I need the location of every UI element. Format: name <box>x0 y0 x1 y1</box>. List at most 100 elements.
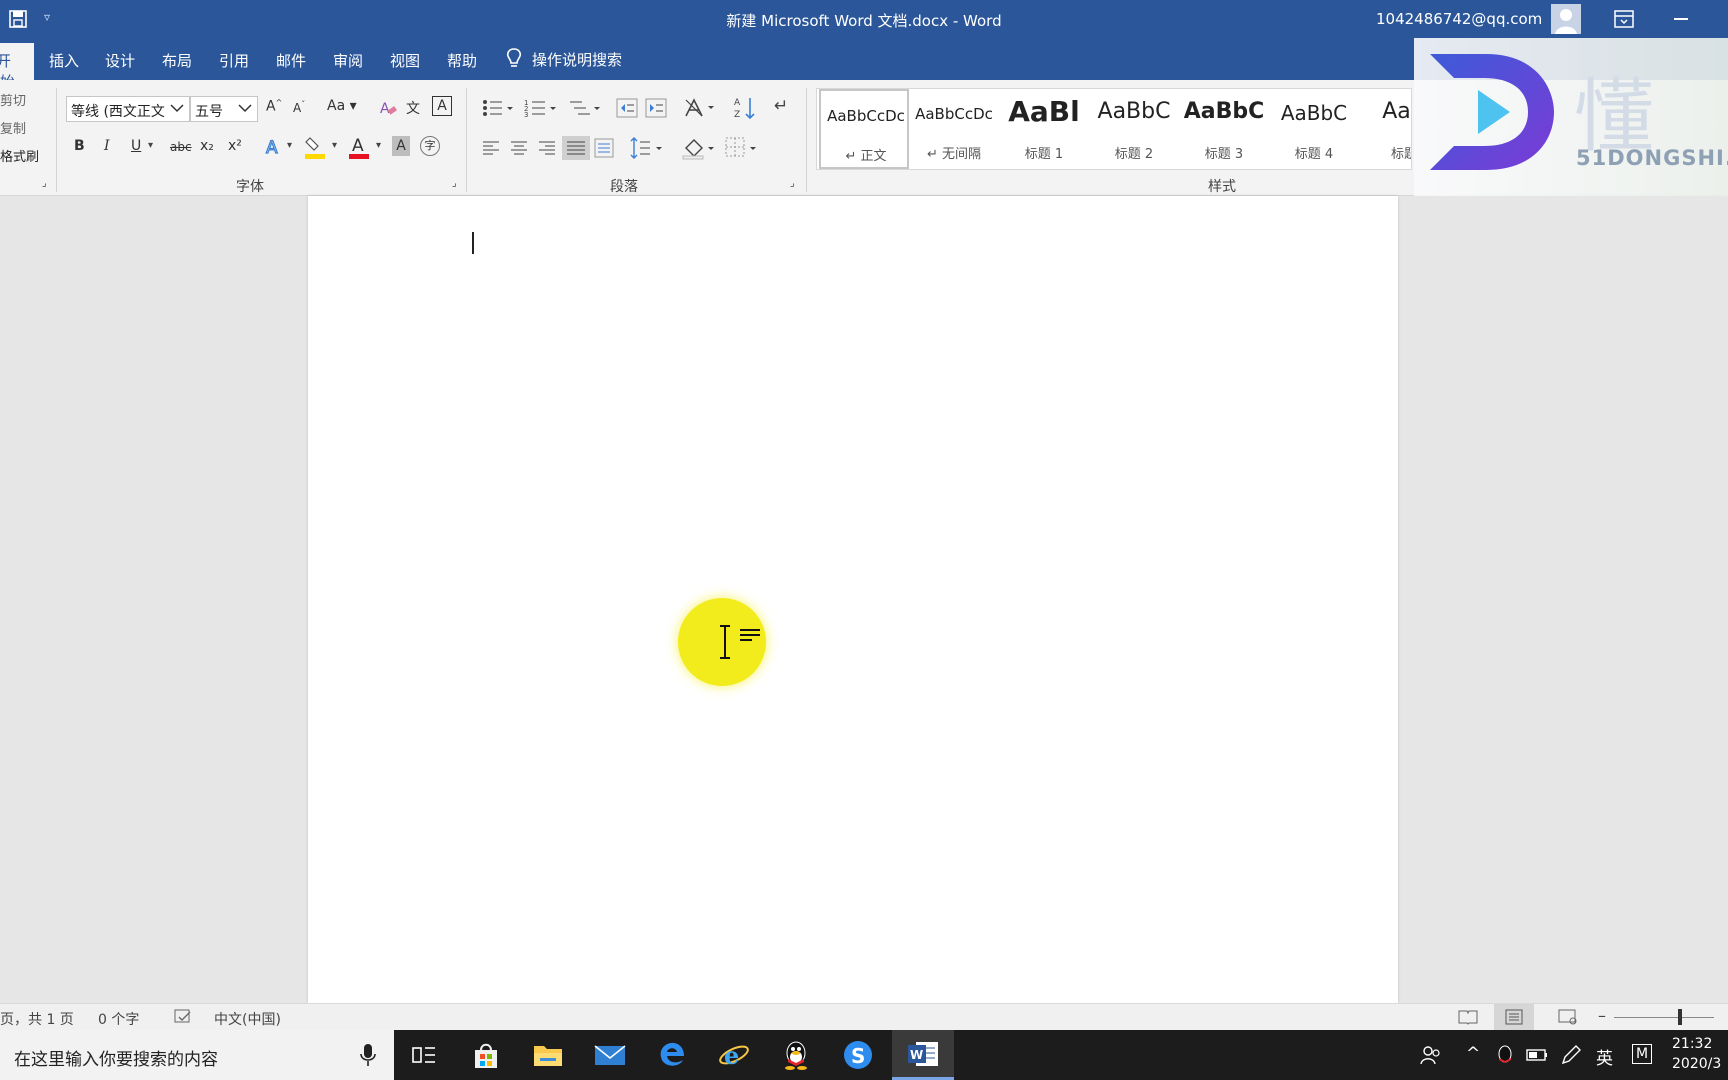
align-center-icon[interactable] <box>510 140 528 156</box>
increase-indent-icon[interactable] <box>645 98 667 118</box>
chevron-down-icon[interactable] <box>237 100 253 116</box>
clear-formatting-icon[interactable]: A <box>378 98 398 118</box>
shading-icon[interactable] <box>682 136 718 160</box>
tab-insert[interactable]: 插入 <box>49 50 79 71</box>
style-heading-4[interactable]: AaBbC 标题 4 <box>1269 89 1359 169</box>
avatar[interactable] <box>1551 4 1581 34</box>
format-painter-button[interactable]: 格式刷 <box>0 146 39 165</box>
underline-dropdown-icon[interactable]: ▾ <box>148 140 153 151</box>
justify-icon[interactable] <box>562 136 590 160</box>
ribbon-display-options-icon[interactable] <box>1614 10 1634 28</box>
line-spacing-icon[interactable] <box>630 136 666 160</box>
bullets-icon[interactable] <box>482 98 514 118</box>
web-layout-icon[interactable] <box>1558 1009 1578 1025</box>
mail-icon[interactable] <box>592 1038 628 1072</box>
word-taskbar-button[interactable]: W <box>892 1030 954 1080</box>
enclose-characters-button[interactable]: 字 <box>420 136 440 156</box>
distributed-icon[interactable] <box>594 138 614 158</box>
show-hidden-icons-icon[interactable]: ^ <box>1466 1044 1480 1064</box>
style-title[interactable]: AaB 标题 <box>1359 89 1411 169</box>
strikethrough-button[interactable]: abc <box>170 140 192 154</box>
clipboard-launcher-icon[interactable]: ⌟ <box>42 178 47 189</box>
cut-button[interactable]: 剪切 <box>0 90 26 109</box>
font-name-combo[interactable]: 等线 (西文正文 <box>66 96 190 122</box>
paragraph-launcher-icon[interactable]: ⌟ <box>790 178 795 189</box>
sort-icon[interactable]: AZ <box>734 96 756 120</box>
phonetic-guide-button[interactable]: 文 <box>406 98 420 118</box>
read-mode-icon[interactable] <box>1458 1009 1478 1025</box>
show-paragraph-marks-icon[interactable]: ↵ <box>774 96 788 116</box>
word-count[interactable]: 0 个字 <box>98 1009 139 1029</box>
battery-icon[interactable] <box>1526 1046 1548 1064</box>
align-left-icon[interactable] <box>482 140 500 156</box>
font-color-icon[interactable]: A <box>348 134 370 160</box>
edge-icon[interactable] <box>654 1038 690 1072</box>
italic-button[interactable]: I <box>104 138 110 154</box>
store-icon[interactable] <box>468 1038 504 1072</box>
tab-help[interactable]: 帮助 <box>447 50 477 71</box>
proofing-icon[interactable] <box>174 1009 192 1025</box>
style-heading-2[interactable]: AaBbC 标题 2 <box>1089 89 1179 169</box>
tab-view[interactable]: 视图 <box>390 50 420 71</box>
multilevel-list-icon[interactable] <box>568 98 602 118</box>
document-area[interactable] <box>0 196 1728 1003</box>
print-layout-button[interactable] <box>1494 1004 1534 1030</box>
style-sample: AaBbC <box>1280 101 1348 125</box>
decrease-indent-icon[interactable] <box>616 98 638 118</box>
highlighter-dropdown-icon[interactable]: ▾ <box>332 140 337 151</box>
internet-explorer-icon[interactable]: e <box>716 1038 752 1072</box>
copy-button[interactable]: 复制 <box>0 118 26 137</box>
pen-icon[interactable] <box>1560 1044 1582 1066</box>
tab-design[interactable]: 设计 <box>105 50 135 71</box>
change-case-button[interactable]: Aa ▾ <box>327 98 357 114</box>
bold-button[interactable]: B <box>74 138 85 154</box>
qq-icon[interactable] <box>778 1038 814 1072</box>
people-icon[interactable] <box>1420 1044 1442 1066</box>
qq-tray-icon[interactable] <box>1496 1044 1514 1066</box>
tab-home[interactable]: 开始 <box>0 43 34 91</box>
tab-review[interactable]: 审阅 <box>333 50 363 71</box>
shrink-font-button[interactable]: Aˇ <box>293 100 305 115</box>
microphone-icon[interactable] <box>358 1042 378 1068</box>
system-clock[interactable]: 21:32 2020/3 <box>1672 1034 1721 1074</box>
file-explorer-icon[interactable] <box>530 1038 566 1072</box>
numbering-icon[interactable]: 123 <box>524 98 558 118</box>
document-page[interactable] <box>308 196 1398 1003</box>
task-view-icon[interactable] <box>406 1038 442 1072</box>
align-right-icon[interactable] <box>538 140 556 156</box>
chevron-down-icon[interactable] <box>169 100 185 116</box>
style-heading-3[interactable]: AaBbC 标题 3 <box>1179 89 1269 169</box>
style-heading-1[interactable]: AaBl 标题 1 <box>999 89 1089 169</box>
zoom-slider-track[interactable] <box>1614 1017 1714 1018</box>
language-indicator[interactable]: 中文(中国) <box>214 1009 281 1029</box>
tab-layout[interactable]: 布局 <box>162 50 192 71</box>
chinese-layout-icon[interactable] <box>684 96 716 118</box>
ime-indicator[interactable]: M <box>1632 1044 1652 1064</box>
tab-references[interactable]: 引用 <box>219 50 249 71</box>
tell-me-search[interactable]: 操作说明搜索 <box>506 48 622 70</box>
account-name[interactable]: 1042486742@qq.com <box>1376 10 1542 28</box>
page-count[interactable]: 页，共 1 页 <box>0 1009 74 1029</box>
style-no-spacing[interactable]: AaBbCcDc ↵ 无间隔 <box>909 89 999 169</box>
superscript-button[interactable]: x² <box>228 138 242 154</box>
style-normal[interactable]: AaBbCcDc ↵ 正文 <box>819 89 909 169</box>
char-shading-button[interactable]: A <box>392 136 410 156</box>
borders-icon[interactable] <box>724 136 760 160</box>
highlighter-icon[interactable] <box>304 134 326 160</box>
zoom-out-button[interactable]: – <box>1598 1006 1606 1025</box>
sogou-browser-icon[interactable]: S <box>840 1038 876 1072</box>
font-size-combo[interactable]: 五号 <box>190 96 258 122</box>
minimize-button[interactable] <box>1674 18 1688 20</box>
zoom-slider-thumb[interactable] <box>1678 1009 1682 1025</box>
subscript-button[interactable]: x₂ <box>200 138 214 154</box>
enclose-char-button[interactable]: A <box>432 96 452 116</box>
text-effects-icon[interactable]: A <box>264 136 284 158</box>
font-color-dropdown-icon[interactable]: ▾ <box>376 140 381 151</box>
text-effects-dropdown-icon[interactable]: ▾ <box>287 140 292 151</box>
tab-mailings[interactable]: 邮件 <box>276 50 306 71</box>
taskbar-search-box[interactable]: 在这里输入你要搜索的内容 <box>0 1030 394 1080</box>
grow-font-button[interactable]: A^ <box>266 98 282 115</box>
font-launcher-icon[interactable]: ⌟ <box>452 178 457 189</box>
underline-button[interactable]: U <box>131 138 141 154</box>
input-language-indicator[interactable]: 英 <box>1596 1044 1613 1069</box>
